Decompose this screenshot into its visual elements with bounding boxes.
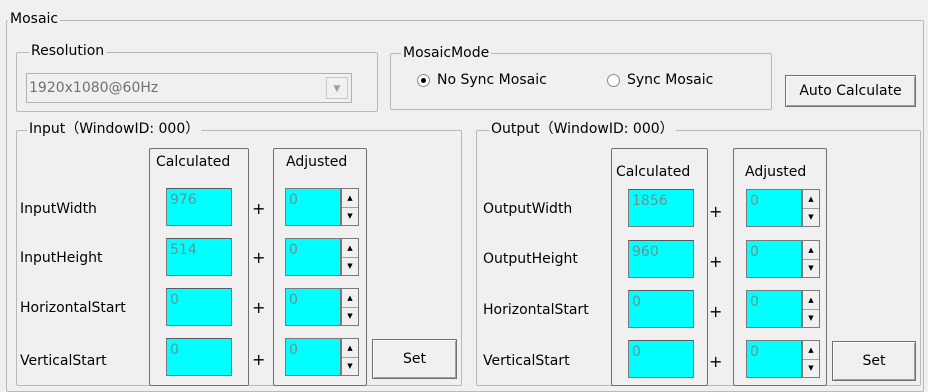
- input-width-label: InputWidth: [20, 201, 97, 217]
- input-height-adjusted-stepper[interactable]: 0 ▲ ▼: [285, 238, 359, 276]
- output-calculated-header: Calculated: [616, 164, 691, 180]
- output-height-calculated: 960: [628, 240, 694, 278]
- spin-down-icon[interactable]: ▼: [803, 359, 819, 377]
- input-height-label: InputHeight: [20, 250, 103, 266]
- resolution-group-title: Resolution: [29, 43, 107, 59]
- spin-down-icon[interactable]: ▼: [342, 257, 358, 275]
- no-sync-mosaic-radio[interactable]: [417, 74, 430, 87]
- spin-up-icon[interactable]: ▲: [803, 291, 819, 310]
- input-vertical-start-calculated: 0: [166, 338, 232, 376]
- output-horizontal-start-adjusted-field[interactable]: 0: [746, 290, 802, 328]
- input-width-calculated: 976: [166, 188, 232, 226]
- output-height-adjusted-field[interactable]: 0: [746, 240, 802, 278]
- resolution-select-value: 1920x1080@60Hz: [29, 80, 159, 96]
- spin-down-icon[interactable]: ▼: [803, 309, 819, 327]
- plus-sign: +: [709, 302, 723, 321]
- input-horizontal-start-adjusted-stepper[interactable]: 0 ▲ ▼: [285, 288, 359, 326]
- input-horizontal-start-label: HorizontalStart: [20, 300, 126, 316]
- plus-sign: +: [252, 199, 266, 218]
- plus-sign: +: [252, 248, 266, 267]
- spin-up-icon[interactable]: ▲: [342, 339, 358, 358]
- spin-down-icon[interactable]: ▼: [342, 307, 358, 325]
- no-sync-mosaic-label[interactable]: No Sync Mosaic: [437, 72, 547, 88]
- input-horizontal-start-calculated: 0: [166, 288, 232, 326]
- spin-up-icon[interactable]: ▲: [342, 239, 358, 258]
- spin-down-icon[interactable]: ▼: [803, 259, 819, 277]
- spin-up-icon[interactable]: ▲: [342, 289, 358, 308]
- mosaic-group-title: Mosaic: [8, 11, 61, 27]
- auto-calculate-button[interactable]: Auto Calculate: [785, 75, 916, 107]
- output-vertical-start-calculated: 0: [628, 340, 694, 378]
- sync-mosaic-label[interactable]: Sync Mosaic: [627, 72, 713, 88]
- mosaic-mode-group-title: MosaicMode: [401, 45, 492, 61]
- input-height-adjusted-field[interactable]: 0: [285, 238, 341, 276]
- output-width-calculated: 1856: [628, 189, 694, 227]
- output-height-adjusted-stepper[interactable]: 0 ▲ ▼: [746, 240, 820, 278]
- spin-up-icon[interactable]: ▲: [803, 190, 819, 209]
- resolution-select[interactable]: 1920x1080@60Hz ▼: [26, 73, 352, 103]
- input-group-title: Input（WindowID: 000）: [27, 121, 202, 137]
- plus-sign: +: [709, 252, 723, 271]
- output-width-adjusted-stepper[interactable]: 0 ▲ ▼: [746, 189, 820, 227]
- input-vertical-start-adjusted-field[interactable]: 0: [285, 338, 341, 376]
- plus-sign: +: [709, 352, 723, 371]
- plus-sign: +: [252, 350, 266, 369]
- input-width-adjusted-stepper[interactable]: 0 ▲ ▼: [285, 188, 359, 226]
- output-horizontal-start-calculated: 0: [628, 290, 694, 328]
- output-width-adjusted-field[interactable]: 0: [746, 189, 802, 227]
- output-set-button[interactable]: Set: [832, 341, 916, 381]
- output-vertical-start-label: VerticalStart: [483, 353, 570, 369]
- output-horizontal-start-adjusted-stepper[interactable]: 0 ▲ ▼: [746, 290, 820, 328]
- output-width-label: OutputWidth: [483, 201, 573, 217]
- input-width-adjusted-field[interactable]: 0: [285, 188, 341, 226]
- output-vertical-start-adjusted-stepper[interactable]: 0 ▲ ▼: [746, 340, 820, 378]
- input-vertical-start-label: VerticalStart: [20, 353, 107, 369]
- input-calculated-header: Calculated: [156, 154, 231, 170]
- input-vertical-start-adjusted-stepper[interactable]: 0 ▲ ▼: [285, 338, 359, 376]
- output-horizontal-start-label: HorizontalStart: [483, 302, 589, 318]
- output-group-title: Output（WindowID: 000）: [489, 121, 676, 137]
- chevron-down-icon[interactable]: ▼: [326, 77, 348, 99]
- spin-up-icon[interactable]: ▲: [342, 189, 358, 208]
- spin-up-icon[interactable]: ▲: [803, 341, 819, 360]
- input-horizontal-start-adjusted-field[interactable]: 0: [285, 288, 341, 326]
- spin-down-icon[interactable]: ▼: [342, 207, 358, 225]
- output-height-label: OutputHeight: [483, 251, 578, 267]
- input-adjusted-header: Adjusted: [286, 154, 348, 170]
- spin-up-icon[interactable]: ▲: [803, 241, 819, 260]
- sync-mosaic-radio[interactable]: [607, 74, 620, 87]
- output-vertical-start-adjusted-field[interactable]: 0: [746, 340, 802, 378]
- input-set-button[interactable]: Set: [372, 339, 457, 379]
- output-adjusted-header: Adjusted: [745, 164, 807, 180]
- plus-sign: +: [252, 298, 266, 317]
- radio-selected-dot: [421, 78, 426, 83]
- spin-down-icon[interactable]: ▼: [803, 208, 819, 226]
- plus-sign: +: [709, 202, 723, 221]
- spin-down-icon[interactable]: ▼: [342, 357, 358, 375]
- input-height-calculated: 514: [166, 238, 232, 276]
